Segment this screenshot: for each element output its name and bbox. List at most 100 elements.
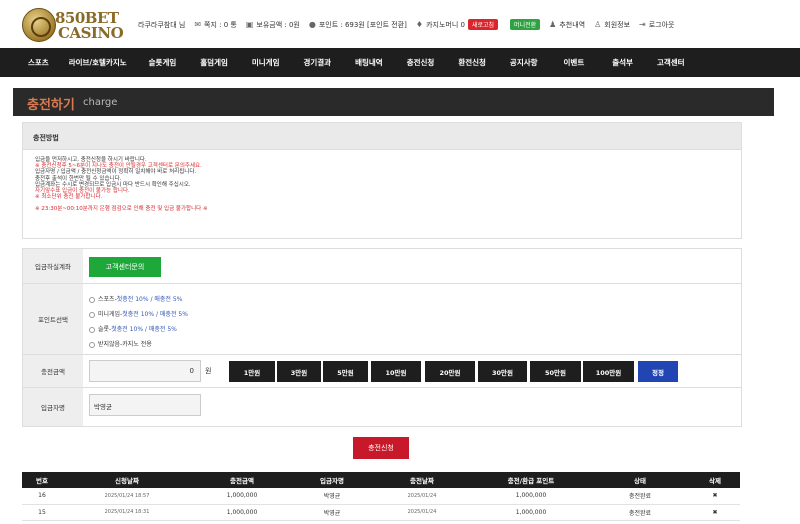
amount-button-100k[interactable]: 10만원 xyxy=(371,361,421,382)
point-option-name: 슬롯 xyxy=(98,326,110,333)
user-icon: ♙ xyxy=(594,20,602,29)
nav-sports[interactable]: 스포츠 xyxy=(28,57,49,68)
balance: ▣ 보유금액 : 0원 xyxy=(246,20,300,30)
nav-event[interactable]: 이벤트 xyxy=(564,57,585,68)
point-option-detail: 카지노 전용 xyxy=(122,341,152,348)
radio-icon[interactable] xyxy=(89,326,95,333)
cell-number: 16 xyxy=(22,488,62,505)
table-header-row: 번호 신청날짜 충전금액 입금자명 충전날짜 충전/환급 포인트 상태 삭제 xyxy=(22,472,740,488)
nav-exchange[interactable]: 환전신청 xyxy=(458,57,486,68)
amount-button-500k[interactable]: 50만원 xyxy=(530,361,581,382)
refresh-badge[interactable]: 새로고침 xyxy=(467,19,499,30)
amount-button-50k[interactable]: 5만원 xyxy=(323,361,368,382)
cell-points: 1,000,000 xyxy=(472,488,590,505)
charge-method-text: 입금을 먼저하시고, 충전신청을 하시기 바랍니다. ※ 충전신청후 5~6분이 … xyxy=(23,150,741,220)
point-option-name: 스포츠 xyxy=(98,296,115,303)
cell-status: 충전완료 xyxy=(590,488,690,505)
col-status: 상태 xyxy=(590,472,690,488)
radio-icon[interactable] xyxy=(89,296,95,303)
point-label: 포인트선택 xyxy=(23,284,83,354)
money-convert-badge[interactable]: 머니전환 xyxy=(510,19,541,30)
charge-history-table: 번호 신청날짜 충전금액 입금자명 충전날짜 충전/환급 포인트 상태 삭제 1… xyxy=(22,472,740,521)
cell-amount: 1,000,000 xyxy=(192,488,292,505)
charge-submit-button[interactable]: 충전신청 xyxy=(353,437,409,459)
recommend-text: 추천내역 xyxy=(559,20,586,29)
radio-icon[interactable] xyxy=(89,341,95,348)
wallet-icon: ▣ xyxy=(245,20,254,29)
reset-button[interactable]: 정정 xyxy=(638,361,678,382)
nav-live-casino[interactable]: 라이브/호텔카지노 xyxy=(69,57,127,68)
top-bar: 850BET CASINO 라쿠라쿠참대 님 ✉ 쪽지 : 0 통 ▣ 보유금액 :… xyxy=(0,0,800,48)
member-info-text: 회원정보 xyxy=(604,20,631,29)
cell-points: 1,000,000 xyxy=(472,504,590,521)
point-option[interactable]: 스포츠 - 첫충전 10% / 매충전 5% xyxy=(89,292,188,307)
point-option-detail: 첫충전 10% / 매충전 5% xyxy=(122,311,188,318)
logout-link[interactable]: ⇥ 로그아웃 xyxy=(639,20,674,30)
page-title: 충전하기 xyxy=(27,98,75,113)
amount-button-200k[interactable]: 20만원 xyxy=(425,361,475,382)
point-option[interactable]: 슬롯 - 첫충전 10% / 매충전 5% xyxy=(89,322,188,337)
cell-charge-date: 2025/01/24 xyxy=(372,504,472,521)
dice-icon: ♦ xyxy=(415,20,424,29)
table-row: 16 2025/01/24 18:57 1,000,000 박영균 2025/0… xyxy=(22,488,740,505)
points-text: 포인트 : 693원 [포인트 전환] xyxy=(318,20,407,29)
amount-label: 충전금액 xyxy=(23,355,83,387)
nav-slot[interactable]: 슬롯게임 xyxy=(149,57,177,68)
point-option-name: 미니게임 xyxy=(98,311,121,318)
nav-mini-game[interactable]: 미니게임 xyxy=(252,57,280,68)
username: 라쿠라쿠참대 님 xyxy=(138,20,185,30)
point-option-detail: 첫충전 10% / 매충전 5% xyxy=(111,326,177,333)
amount-button-10k[interactable]: 1만원 xyxy=(229,361,275,382)
delete-icon[interactable]: ✖ xyxy=(690,504,740,521)
member-info-link[interactable]: ♙ 회원정보 xyxy=(594,20,630,30)
page-subtitle: charge xyxy=(83,97,118,108)
amount-button-1m[interactable]: 100만원 xyxy=(583,361,634,382)
coin-icon: ● xyxy=(308,20,316,29)
depositor-input[interactable]: 박영균 xyxy=(89,394,201,416)
cell-depositor: 박영균 xyxy=(292,504,372,521)
account-row: 입금하실계좌 고객센터문의 xyxy=(23,249,741,284)
point-option-name: 받지않음 xyxy=(98,341,121,348)
site-logo[interactable]: 850BET CASINO xyxy=(22,8,137,42)
point-option[interactable]: 받지않음 - 카지노 전용 xyxy=(89,337,188,352)
col-amount: 충전금액 xyxy=(192,472,292,488)
cell-charge-date: 2025/01/24 xyxy=(372,488,472,505)
radio-icon[interactable] xyxy=(89,311,95,318)
cell-amount: 1,000,000 xyxy=(192,504,292,521)
main-nav: 스포츠 라이브/호텔카지노 슬롯게임 홀덤게임 미니게임 경기결과 배팅내역 충… xyxy=(0,48,800,77)
logout-text: 로그아웃 xyxy=(648,20,675,29)
col-depositor: 입금자명 xyxy=(292,472,372,488)
money-convert: 머니전환 xyxy=(507,19,541,30)
nav-customer-center[interactable]: 고객센터 xyxy=(657,57,685,68)
charge-form: 입금하실계좌 고객센터문의 포인트선택 스포츠 - 첫충전 10% / 매충전 … xyxy=(22,248,742,427)
nav-notice[interactable]: 공지사항 xyxy=(510,57,538,68)
logout-icon: ⇥ xyxy=(639,20,646,29)
cell-status: 충전완료 xyxy=(590,504,690,521)
depositor-row: 입금자명 박영균 xyxy=(23,388,741,426)
col-number: 번호 xyxy=(22,472,62,488)
amount-button-30k[interactable]: 3만원 xyxy=(277,361,321,382)
point-option-detail: 첫충전 10% / 매충전 5% xyxy=(116,296,183,303)
delete-icon[interactable]: ✖ xyxy=(690,488,740,505)
amount-input[interactable]: 0 xyxy=(89,360,201,382)
customer-center-button[interactable]: 고객센터문의 xyxy=(89,257,161,277)
nav-results[interactable]: 경기결과 xyxy=(303,57,331,68)
cell-depositor: 박영균 xyxy=(292,488,372,505)
point-option[interactable]: 미니게임 - 첫충전 10% / 매충전 5% xyxy=(89,307,188,322)
point-options: 스포츠 - 첫충전 10% / 매충전 5% 미니게임 - 첫충전 10% / 매… xyxy=(89,292,188,352)
recommend-link[interactable]: ♟ 추천내역 xyxy=(549,20,585,30)
points-link[interactable]: ● 포인트 : 693원 [포인트 전환] xyxy=(309,20,407,30)
message-text: 쪽지 : 0 통 xyxy=(204,20,237,29)
nav-attendance[interactable]: 출석부 xyxy=(612,57,633,68)
nav-bet-history[interactable]: 배팅내역 xyxy=(355,57,383,68)
envelope-icon: ✉ xyxy=(194,20,202,29)
amount-button-300k[interactable]: 30만원 xyxy=(478,361,527,382)
charge-method-heading: 충전방법 xyxy=(23,123,741,150)
user-bar: 라쿠라쿠참대 님 ✉ 쪽지 : 0 통 ▣ 보유금액 : 0원 ● 포인트 : 693… xyxy=(138,19,683,30)
page-title-bar: 충전하기 charge xyxy=(13,88,774,116)
nav-holdem[interactable]: 홀덤게임 xyxy=(200,57,228,68)
casino-money: ♦ 카지노머니 0 새로고침 xyxy=(415,19,499,30)
nav-charge[interactable]: 충전신청 xyxy=(407,57,435,68)
table-row: 15 2025/01/24 18:31 1,000,000 박영균 2025/0… xyxy=(22,504,740,521)
message-link[interactable]: ✉ 쪽지 : 0 통 xyxy=(194,20,237,30)
